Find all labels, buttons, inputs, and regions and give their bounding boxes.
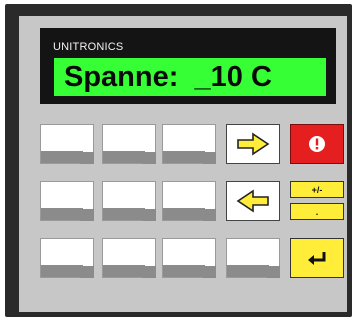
display-header: UNITRONICS Spanne: _10 C	[40, 28, 336, 104]
key-face	[205, 239, 215, 266]
keypad-key-r2c3[interactable]	[162, 181, 216, 221]
decimal-point-key[interactable]: .	[290, 203, 344, 220]
key-face	[83, 125, 93, 152]
brand-label: UNITRONICS	[53, 41, 124, 53]
key-face	[145, 125, 155, 152]
left-arrow-key[interactable]	[226, 181, 280, 221]
keypad-key-r2c1[interactable]	[40, 181, 94, 221]
alarm-key[interactable]	[290, 124, 344, 164]
keypad-key-r1c2[interactable]	[102, 124, 156, 164]
arrow-left-icon	[236, 189, 269, 213]
keypad-key-r1c3[interactable]	[162, 124, 216, 164]
enter-key[interactable]	[290, 238, 344, 278]
keypad-key-r1c1[interactable]	[40, 124, 94, 164]
key-face	[83, 182, 93, 209]
key-face	[205, 182, 215, 209]
key-face	[269, 239, 279, 266]
key-face	[83, 239, 93, 266]
arrow-right-icon	[237, 132, 270, 156]
keypad-key-r3c4[interactable]	[226, 238, 280, 278]
lcd-display: Spanne: _10 C	[54, 58, 326, 96]
key-face	[145, 182, 155, 209]
key-face	[145, 239, 155, 266]
keypad-key-r3c3[interactable]	[162, 238, 216, 278]
key-face	[205, 125, 215, 152]
keypad-key-r3c1[interactable]	[40, 238, 94, 278]
keypad-key-r3c2[interactable]	[102, 238, 156, 278]
enter-icon	[308, 252, 326, 265]
keypad-key-r2c2[interactable]	[102, 181, 156, 221]
plus-minus-key[interactable]: +/-	[290, 181, 344, 198]
right-arrow-key[interactable]	[226, 124, 280, 164]
alarm-icon	[309, 136, 325, 152]
